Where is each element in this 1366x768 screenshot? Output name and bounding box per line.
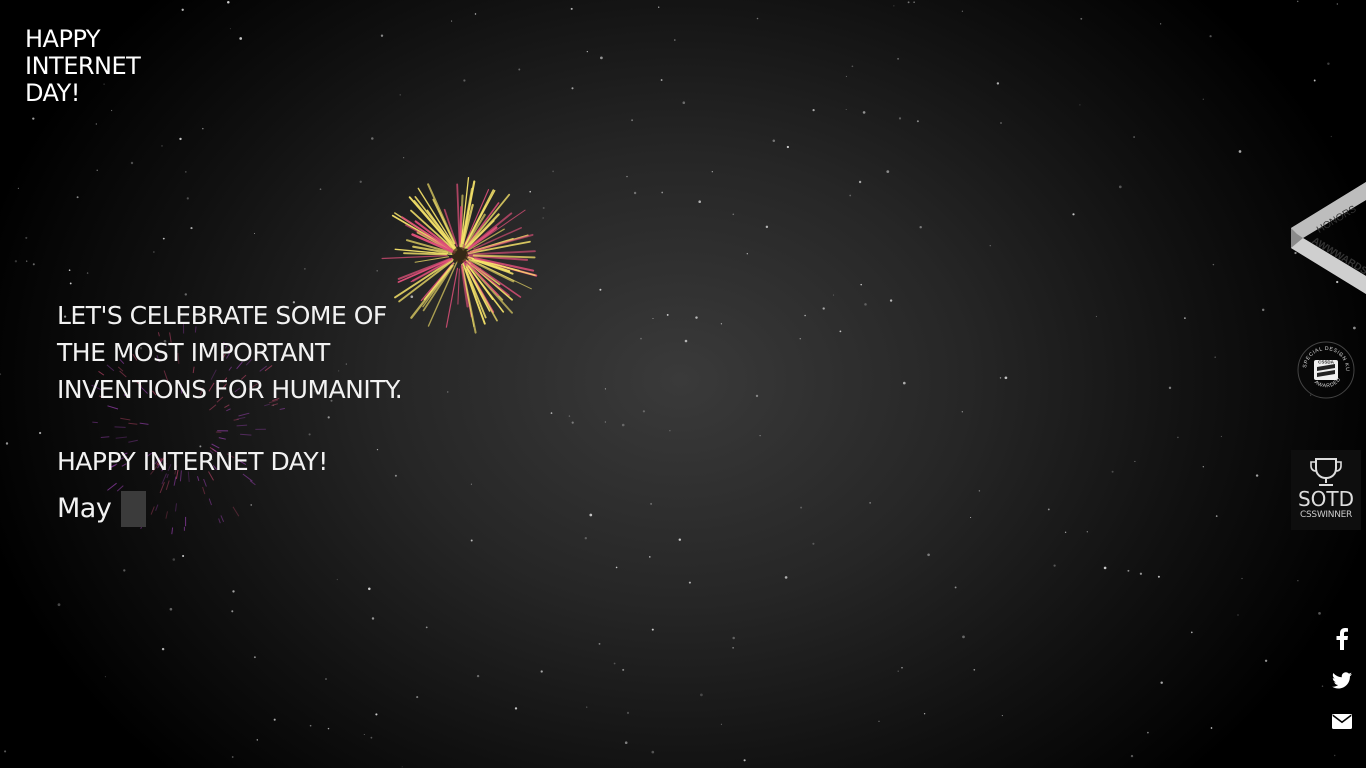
intro-line-3: INVENTIONS FOR HUMANITY. xyxy=(57,375,403,404)
csswinner-label: CSSWINNER xyxy=(1300,510,1352,520)
trophy-icon xyxy=(1310,458,1342,486)
sotd-label: SOTD xyxy=(1297,487,1355,511)
twitter-icon xyxy=(1332,672,1352,689)
typing-cursor xyxy=(121,490,147,527)
facebook-share-button[interactable] xyxy=(1328,628,1356,652)
logo-line-3: DAY! xyxy=(25,79,80,107)
intro-line-1: LET'S CELEBRATE SOME OF xyxy=(57,301,387,330)
awwwards-honors-badge[interactable]: HONORS AWWWARDS xyxy=(1291,180,1366,295)
date-line: May xyxy=(57,490,402,527)
twitter-share-button[interactable] xyxy=(1328,672,1356,696)
email-share-button[interactable] xyxy=(1328,714,1356,738)
intro-line-2: THE MOST IMPORTANT xyxy=(57,338,330,367)
logo-line-2: INTERNET xyxy=(25,52,141,80)
date-month: May xyxy=(57,493,112,524)
intro-text: LET'S CELEBRATE SOME OF THE MOST IMPORTA… xyxy=(57,297,403,527)
site-logo[interactable]: HAPPY INTERNET DAY! xyxy=(25,25,141,107)
firework-burst-bright xyxy=(381,176,538,334)
greeting-heading: HAPPY INTERNET DAY! xyxy=(57,447,328,476)
facebook-icon xyxy=(1336,628,1348,650)
csswinner-sotd-badge[interactable]: SOTD CSSWINNER xyxy=(1291,450,1361,530)
svg-text:CSSDA: CSSDA xyxy=(1318,360,1335,365)
awwwards-ribbon-icon: HONORS AWWWARDS xyxy=(1291,182,1366,294)
logo-line-1: HAPPY xyxy=(25,25,101,53)
cssda-seal-icon: SPECIAL DESIGN KUDOS CSSDA AWARDED xyxy=(1294,336,1355,399)
page: HAPPY INTERNET DAY! LET'S CELEBRATE SOME… xyxy=(0,0,1366,768)
mail-icon xyxy=(1332,714,1352,729)
cssda-kudos-badge[interactable]: SPECIAL DESIGN KUDOS CSSDA AWARDED xyxy=(1294,336,1356,400)
